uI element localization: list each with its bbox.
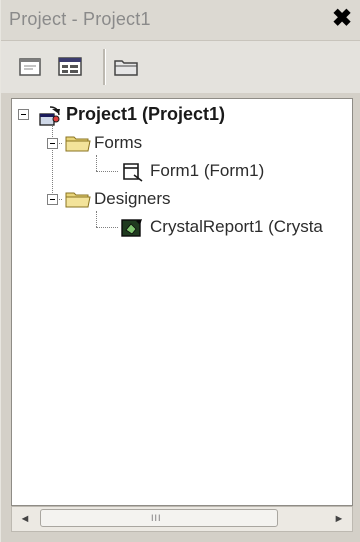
- title-bar[interactable]: Project - Project1 ✖: [1, 0, 360, 41]
- tree-node-project[interactable]: [38, 105, 60, 126]
- view-object-icon: [58, 57, 82, 76]
- collapse-forms-toggle[interactable]: [47, 138, 58, 149]
- folder-icon: [65, 136, 91, 152]
- tree-label-form1[interactable]: Form1 (Form1): [150, 161, 264, 181]
- form-icon: [123, 163, 143, 182]
- tree-label-project[interactable]: Project1 (Project1): [66, 104, 225, 125]
- scroll-grip-icon: III: [151, 513, 162, 523]
- tree-connector: [96, 227, 118, 228]
- close-button[interactable]: ✖: [331, 5, 353, 32]
- tree-node-form1[interactable]: [120, 161, 143, 182]
- project-icon: [39, 106, 60, 126]
- toolbar: [1, 41, 360, 93]
- view-object-button[interactable]: [55, 51, 85, 81]
- tree-label-crystalreport1[interactable]: CrystalReport1 (Crysta: [150, 217, 323, 237]
- tree-label-forms[interactable]: Forms: [94, 133, 142, 153]
- scroll-thumb[interactable]: III: [40, 509, 278, 527]
- scroll-left-arrow-icon: ◄: [19, 513, 31, 525]
- toolbar-separator: [103, 49, 106, 85]
- tree-node-designers[interactable]: [65, 189, 91, 209]
- scroll-left-button[interactable]: ◄: [12, 507, 38, 531]
- tree-label-designers[interactable]: Designers: [94, 189, 171, 209]
- toggle-folders-icon: [114, 60, 138, 76]
- tree-connector: [52, 121, 53, 199]
- view-code-icon: [19, 58, 41, 76]
- toggle-folders-button[interactable]: [111, 51, 141, 81]
- tree-node-crystalreport1[interactable]: [120, 217, 142, 237]
- horizontal-scrollbar[interactable]: ◄ III ►: [11, 506, 353, 532]
- crystal-report-icon: [121, 219, 142, 237]
- tree-node-forms[interactable]: [65, 133, 91, 153]
- collapse-project-toggle[interactable]: [18, 109, 29, 120]
- view-code-button[interactable]: [15, 51, 45, 81]
- project-tree[interactable]: Project1 (Project1) Forms Form1 (Form1): [11, 98, 353, 506]
- scroll-right-arrow-icon: ►: [333, 513, 345, 525]
- scroll-right-button[interactable]: ►: [326, 507, 352, 531]
- folder-icon: [65, 192, 91, 208]
- project-explorer-window: Project - Project1 ✖ Project1 (Project1)…: [0, 0, 360, 542]
- tree-connector: [96, 211, 97, 227]
- window-title: Project - Project1: [9, 9, 151, 29]
- tree-connector: [96, 155, 97, 171]
- close-icon: ✖: [331, 5, 353, 32]
- tree-connector: [96, 171, 118, 172]
- collapse-designers-toggle[interactable]: [47, 194, 58, 205]
